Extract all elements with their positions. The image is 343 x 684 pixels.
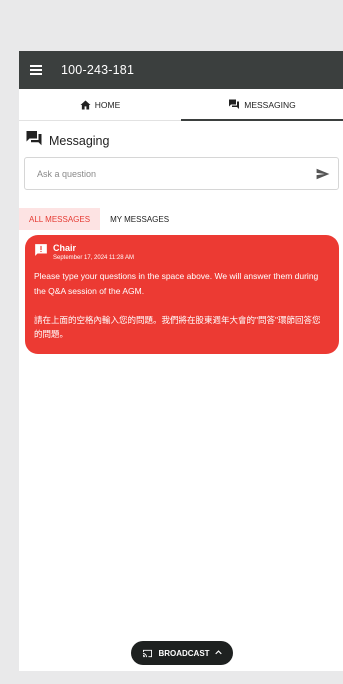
- hamburger-menu-icon[interactable]: [30, 65, 42, 75]
- home-icon: [80, 99, 91, 110]
- message-card: Chair September 17, 2024 11:28 AM Please…: [25, 235, 339, 354]
- chevron-up-icon: [214, 649, 222, 657]
- send-icon[interactable]: [316, 168, 330, 180]
- section-title: Messaging: [49, 134, 110, 148]
- top-bar: 100-243-181: [19, 51, 343, 89]
- tab-messaging-label: MESSAGING: [244, 99, 296, 110]
- message-author: Chair: [53, 243, 77, 253]
- message-text: Please type your questions in the space …: [34, 271, 321, 339]
- app-frame: 100-243-181 HOME MESSAGING Messaging ALL…: [19, 51, 343, 671]
- forum-icon: [25, 130, 43, 152]
- tab-home[interactable]: HOME: [19, 89, 181, 120]
- ask-question-box: [24, 157, 339, 190]
- tab-messaging[interactable]: MESSAGING: [181, 89, 343, 121]
- tab-all-messages[interactable]: ALL MESSAGES: [19, 208, 101, 230]
- message-timestamp: September 17, 2024 11:28 AM: [53, 255, 134, 261]
- message-header: Chair September 17, 2024 11:28 AM: [34, 243, 329, 263]
- messaging-heading: Messaging: [25, 131, 343, 151]
- message-filter-tabs: ALL MESSAGES MY MESSAGES: [19, 208, 343, 230]
- broadcast-label: BROADCAST: [158, 648, 210, 658]
- ask-question-input[interactable]: [35, 167, 316, 180]
- forum-icon: [228, 99, 240, 110]
- alert-message-icon: [34, 243, 48, 262]
- page-title: 100-243-181: [61, 63, 135, 77]
- cast-icon: [142, 649, 153, 658]
- tab-home-label: HOME: [94, 99, 121, 110]
- tab-my-messages[interactable]: MY MESSAGES: [100, 208, 179, 230]
- broadcast-button[interactable]: BROADCAST: [131, 641, 233, 665]
- main-tabs: HOME MESSAGING: [19, 89, 343, 121]
